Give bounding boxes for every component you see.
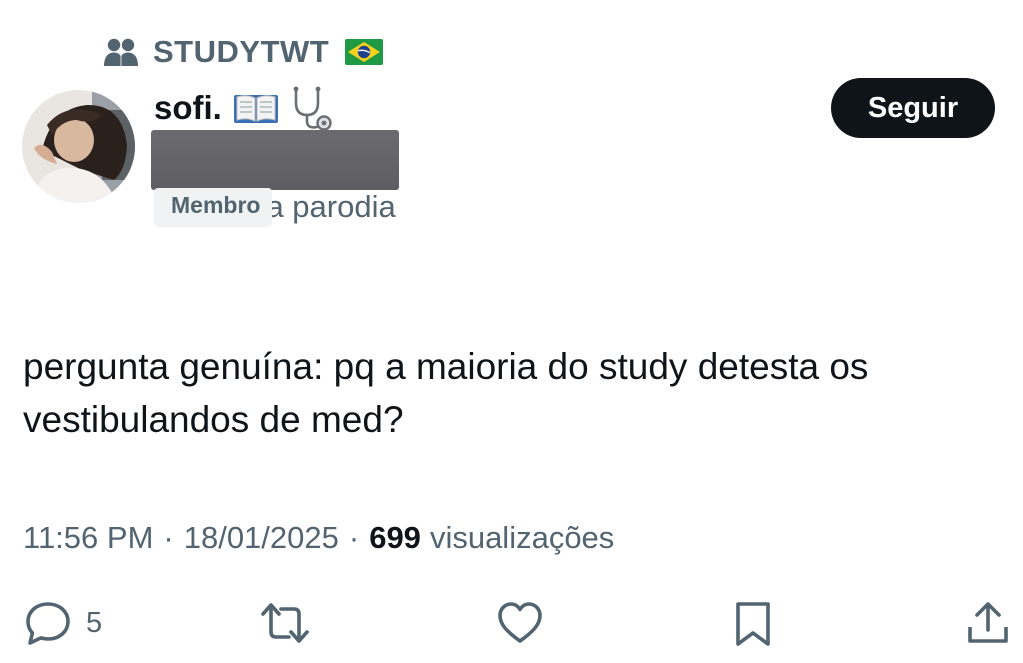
follow-button[interactable]: Seguir <box>831 78 995 138</box>
meta-separator: · <box>163 520 174 555</box>
avatar[interactable] <box>22 90 135 203</box>
author-labels: Membro a parodia <box>154 186 396 228</box>
tweet-time[interactable]: 11:56 PM <box>23 520 153 556</box>
views-label[interactable]: visualizações <box>430 520 614 556</box>
display-name: sofi. <box>154 89 222 126</box>
like-button[interactable] <box>496 600 544 646</box>
reply-icon <box>26 602 70 645</box>
tweet-date[interactable]: 18/01/2025 <box>184 520 339 556</box>
open-book-emoji <box>233 95 278 123</box>
tweet-text: pergunta genuína: pq a maioria do study … <box>23 346 869 440</box>
bookmark-button[interactable] <box>733 600 773 648</box>
brazil-flag-icon <box>345 39 384 65</box>
reply-button[interactable]: 5 <box>24 600 102 646</box>
parody-label: a parodia <box>266 189 396 224</box>
share-button[interactable] <box>966 600 1010 646</box>
community-header[interactable]: STUDYTWT <box>103 32 384 72</box>
share-icon <box>968 602 1008 643</box>
reply-count: 5 <box>86 606 103 639</box>
retweet-button[interactable] <box>259 600 311 646</box>
redacted-handle <box>151 130 399 190</box>
bookmark-icon <box>736 602 770 646</box>
member-badge: Membro <box>154 187 273 227</box>
retweet-icon <box>261 603 309 643</box>
action-bar: 5 <box>0 590 1023 660</box>
views-count[interactable]: 699 <box>369 520 421 556</box>
heart-icon <box>498 602 542 643</box>
community-name: STUDYTWT <box>153 34 330 69</box>
community-people-icon <box>104 38 138 66</box>
profile-photo <box>22 90 135 203</box>
tweet-meta: 11:56 PM · 18/01/2025 · 699 visualizaçõe… <box>23 516 614 560</box>
stethoscope-emoji <box>293 86 332 131</box>
author-name-row[interactable]: sofi. <box>154 84 336 132</box>
meta-separator: · <box>348 520 360 555</box>
